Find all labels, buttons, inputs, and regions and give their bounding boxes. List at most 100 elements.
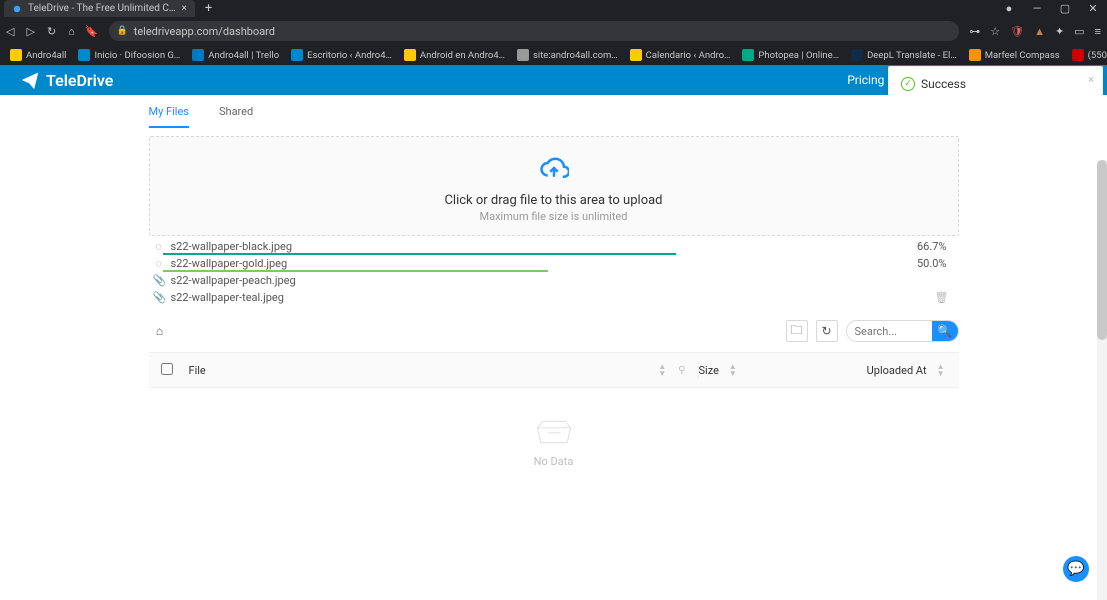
column-size[interactable]: Size	[699, 364, 719, 377]
bookmark-favicon	[969, 49, 981, 61]
check-circle-icon: ✓	[901, 77, 915, 91]
warning-icon[interactable]: ▲	[1034, 25, 1045, 38]
home-button[interactable]: ⌂	[68, 25, 75, 38]
bookmark-label: Inicio · Difoosion G…	[94, 50, 180, 61]
bookmark-label: site:andro4all.com…	[533, 50, 618, 61]
nav-pricing[interactable]: Pricing	[847, 73, 884, 87]
bookmark-item[interactable]: Andro4all | Trello	[188, 47, 283, 63]
bookmark-favicon	[630, 49, 642, 61]
shield-icon[interactable]: 🛡	[1010, 25, 1024, 38]
menu-icon[interactable]: ≡	[1095, 25, 1101, 38]
bookmark-label: Android en Andro4…	[420, 50, 505, 61]
bookmark-label: Marfeel Compass	[985, 50, 1060, 61]
upload-file-row: ◌ s22-wallpaper-gold.jpeg50.0%	[149, 255, 959, 272]
search-input[interactable]	[847, 321, 932, 341]
bookmark-item[interactable]: Calendario ‹ Andro…	[626, 47, 735, 63]
bookmark-favicon	[742, 49, 754, 61]
scrollbar[interactable]	[1097, 160, 1107, 600]
upload-file-name: s22-wallpaper-teal.jpeg	[171, 291, 284, 304]
new-tab-button[interactable]: +	[199, 1, 218, 16]
bookmark-label: Andro4all	[26, 50, 66, 61]
bookmark-item[interactable]: Marfeel Compass	[965, 47, 1064, 63]
forward-button[interactable]: ▷	[26, 25, 34, 38]
breadcrumb-home-icon[interactable]: ⌂	[149, 320, 171, 342]
help-fab[interactable]: 💬	[1063, 556, 1089, 582]
bookmark-item[interactable]: Photopea | Online…	[738, 47, 843, 63]
bookmark-favicon	[404, 49, 416, 61]
bookmark-item[interactable]: site:andro4all.com…	[513, 47, 622, 63]
toast-close-icon[interactable]: ×	[1088, 73, 1094, 86]
upload-title: Click or drag file to this area to uploa…	[150, 193, 958, 208]
brand-text: TeleDrive	[46, 71, 113, 90]
upload-file-name: s22-wallpaper-peach.jpeg	[171, 274, 296, 287]
column-uploaded[interactable]: Uploaded At	[867, 364, 927, 377]
refresh-button[interactable]: ↻	[816, 320, 838, 342]
file-tabs: My Files Shared	[149, 95, 959, 128]
back-button[interactable]: ◁	[6, 25, 14, 38]
close-window-button[interactable]: ✕	[1079, 0, 1107, 17]
sort-uploaded-icon[interactable]: ▲▼	[937, 363, 945, 377]
bookmark-item[interactable]: (550) Salida Princip…	[1068, 47, 1107, 63]
tab-shared[interactable]: Shared	[219, 105, 253, 128]
sort-size-icon[interactable]: ▲▼	[729, 363, 737, 377]
bookmark-item[interactable]: Android en Andro4…	[400, 47, 509, 63]
upload-file-name: s22-wallpaper-gold.jpeg	[171, 257, 288, 270]
tab-close-icon[interactable]: ×	[182, 3, 187, 14]
address-text: teledriveapp.com/dashboard	[134, 25, 275, 38]
empty-state: No Data	[149, 388, 959, 498]
toast-title: Success	[921, 77, 966, 91]
search-field[interactable]: 🔍	[846, 320, 959, 342]
upload-file-row: 📎 s22-wallpaper-teal.jpeg 🗑	[149, 289, 959, 306]
reload-button[interactable]: ↻	[47, 25, 56, 38]
window-controls: ● — ▢ ✕	[995, 0, 1107, 17]
browser-tab[interactable]: TeleDrive - The Free Unlimited C… ×	[4, 0, 195, 17]
key-icon[interactable]: ⊶	[969, 25, 980, 38]
delete-file-icon[interactable]: 🗑	[935, 291, 955, 304]
upload-file-row: ◌ s22-wallpaper-black.jpeg66.7%	[149, 238, 959, 255]
bookmark-item[interactable]: Andro4all	[6, 47, 70, 63]
page-content: My Files Shared Click or drag file to th…	[0, 95, 1107, 600]
star-icon[interactable]: ☆	[990, 25, 1000, 38]
upload-progress-pct: 50.0%	[917, 257, 955, 270]
minimize-button[interactable]: —	[1023, 0, 1051, 17]
maximize-button[interactable]: ▢	[1051, 0, 1079, 17]
bookmark-page-icon[interactable]: 🔖	[85, 25, 99, 38]
paperclip-icon: 📎	[153, 274, 165, 287]
browser-nav-bar: ◁ ▷ ↻ ⌂ 🔖 🔒 teledriveapp.com/dashboard ⊶…	[0, 17, 1107, 45]
search-button[interactable]: 🔍	[932, 321, 958, 341]
paper-plane-icon	[20, 70, 40, 90]
brand-logo[interactable]: TeleDrive	[20, 70, 113, 90]
record-indicator-icon[interactable]: ●	[995, 0, 1023, 17]
bookmark-favicon	[851, 49, 863, 61]
bookmark-label: Andro4all | Trello	[208, 50, 279, 61]
bookmark-favicon	[192, 49, 204, 61]
bookmark-favicon	[291, 49, 303, 61]
upload-file-list: ◌ s22-wallpaper-black.jpeg66.7% ◌ s22-wa…	[149, 238, 959, 306]
select-all-checkbox[interactable]	[161, 363, 173, 375]
upload-file-row: 📎 s22-wallpaper-peach.jpeg	[149, 272, 959, 289]
bookmark-item[interactable]: DeepL Translate - El…	[847, 47, 961, 63]
bookmark-label: DeepL Translate - El…	[867, 50, 957, 61]
upload-dropzone[interactable]: Click or drag file to this area to uploa…	[149, 136, 959, 236]
extensions-icon[interactable]: ✦	[1055, 25, 1064, 38]
tab-title: TeleDrive - The Free Unlimited C…	[28, 3, 176, 14]
empty-illustration	[149, 418, 959, 449]
bookmark-label: Calendario ‹ Andro…	[646, 50, 731, 61]
reader-icon[interactable]: ▭	[1074, 25, 1084, 38]
tab-my-files[interactable]: My Files	[149, 105, 189, 128]
bookmark-label: (550) Salida Princip…	[1088, 50, 1107, 61]
filter-file-icon[interactable]: ⚲	[678, 365, 685, 376]
tab-favicon	[12, 4, 22, 14]
spinner-icon: ◌	[153, 240, 165, 253]
column-file[interactable]: File	[189, 364, 206, 377]
bookmark-item[interactable]: Inicio · Difoosion G…	[74, 47, 184, 63]
file-toolbar: ⌂ 🗀 ↻ 🔍	[149, 320, 959, 342]
sort-file-icon[interactable]: ▲▼	[658, 363, 666, 377]
lock-icon: 🔒	[117, 26, 128, 36]
paperclip-icon: 📎	[153, 291, 165, 304]
address-bar[interactable]: 🔒 teledriveapp.com/dashboard	[109, 21, 960, 41]
bookmark-item[interactable]: Escritorio ‹ Andro4…	[287, 47, 396, 63]
scrollbar-thumb[interactable]	[1097, 160, 1107, 340]
bookmark-favicon	[1072, 49, 1084, 61]
new-folder-button[interactable]: 🗀	[786, 320, 808, 342]
